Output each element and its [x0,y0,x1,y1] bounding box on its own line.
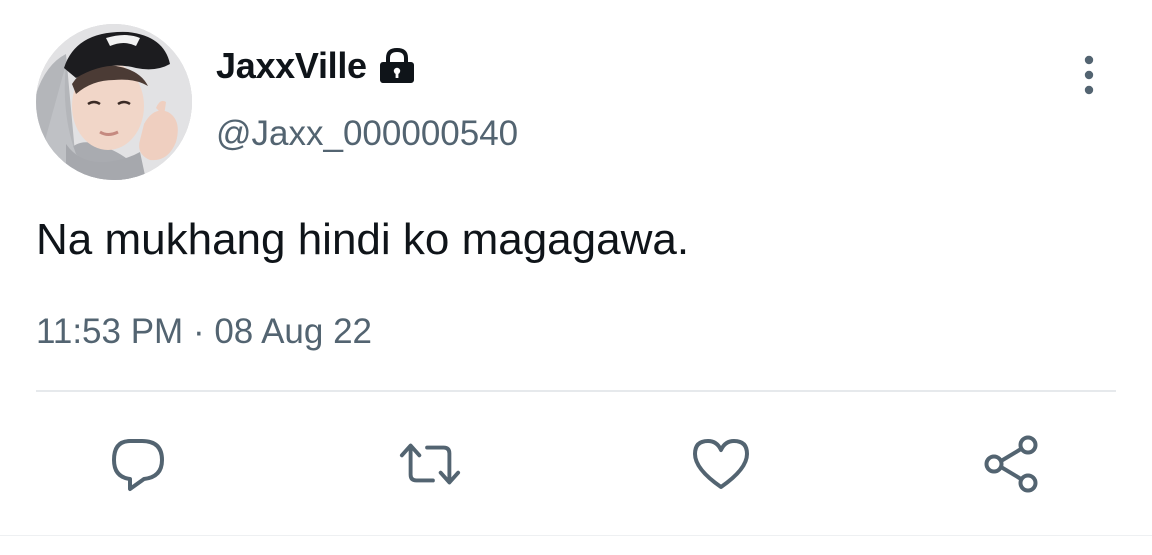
tweet-card: JaxxVille @Jaxx_000000540 Na mukhang hin… [0,0,1152,555]
bottom-divider [0,535,1152,536]
display-name[interactable]: JaxxVille [216,44,417,88]
tweet-timestamp[interactable]: 11:53 PM · 08 Aug 22 [36,310,372,354]
retweet-button[interactable] [398,432,462,496]
vertical-dots-icon [1084,55,1094,95]
profile-photo [36,24,192,180]
share-nodes-icon [984,435,1038,493]
meta-separator: · [192,312,205,351]
display-name-text: JaxxVille [216,45,367,86]
heart-icon [693,439,749,489]
more-options-button[interactable] [1066,50,1112,100]
retweet-arrows-icon [399,443,461,485]
like-button[interactable] [689,432,753,496]
divider [36,390,1116,392]
tweet-text: Na mukhang hindi ko magagawa. [36,215,690,264]
lock-icon [377,47,417,85]
share-button[interactable] [980,432,1044,496]
tweet-time: 11:53 PM [36,312,184,351]
reply-button[interactable] [106,432,170,496]
avatar[interactable] [36,24,192,180]
comment-bubble-icon [112,439,164,491]
tweet-date: 08 Aug 22 [214,312,372,351]
user-handle[interactable]: @Jaxx_000000540 [216,112,518,156]
